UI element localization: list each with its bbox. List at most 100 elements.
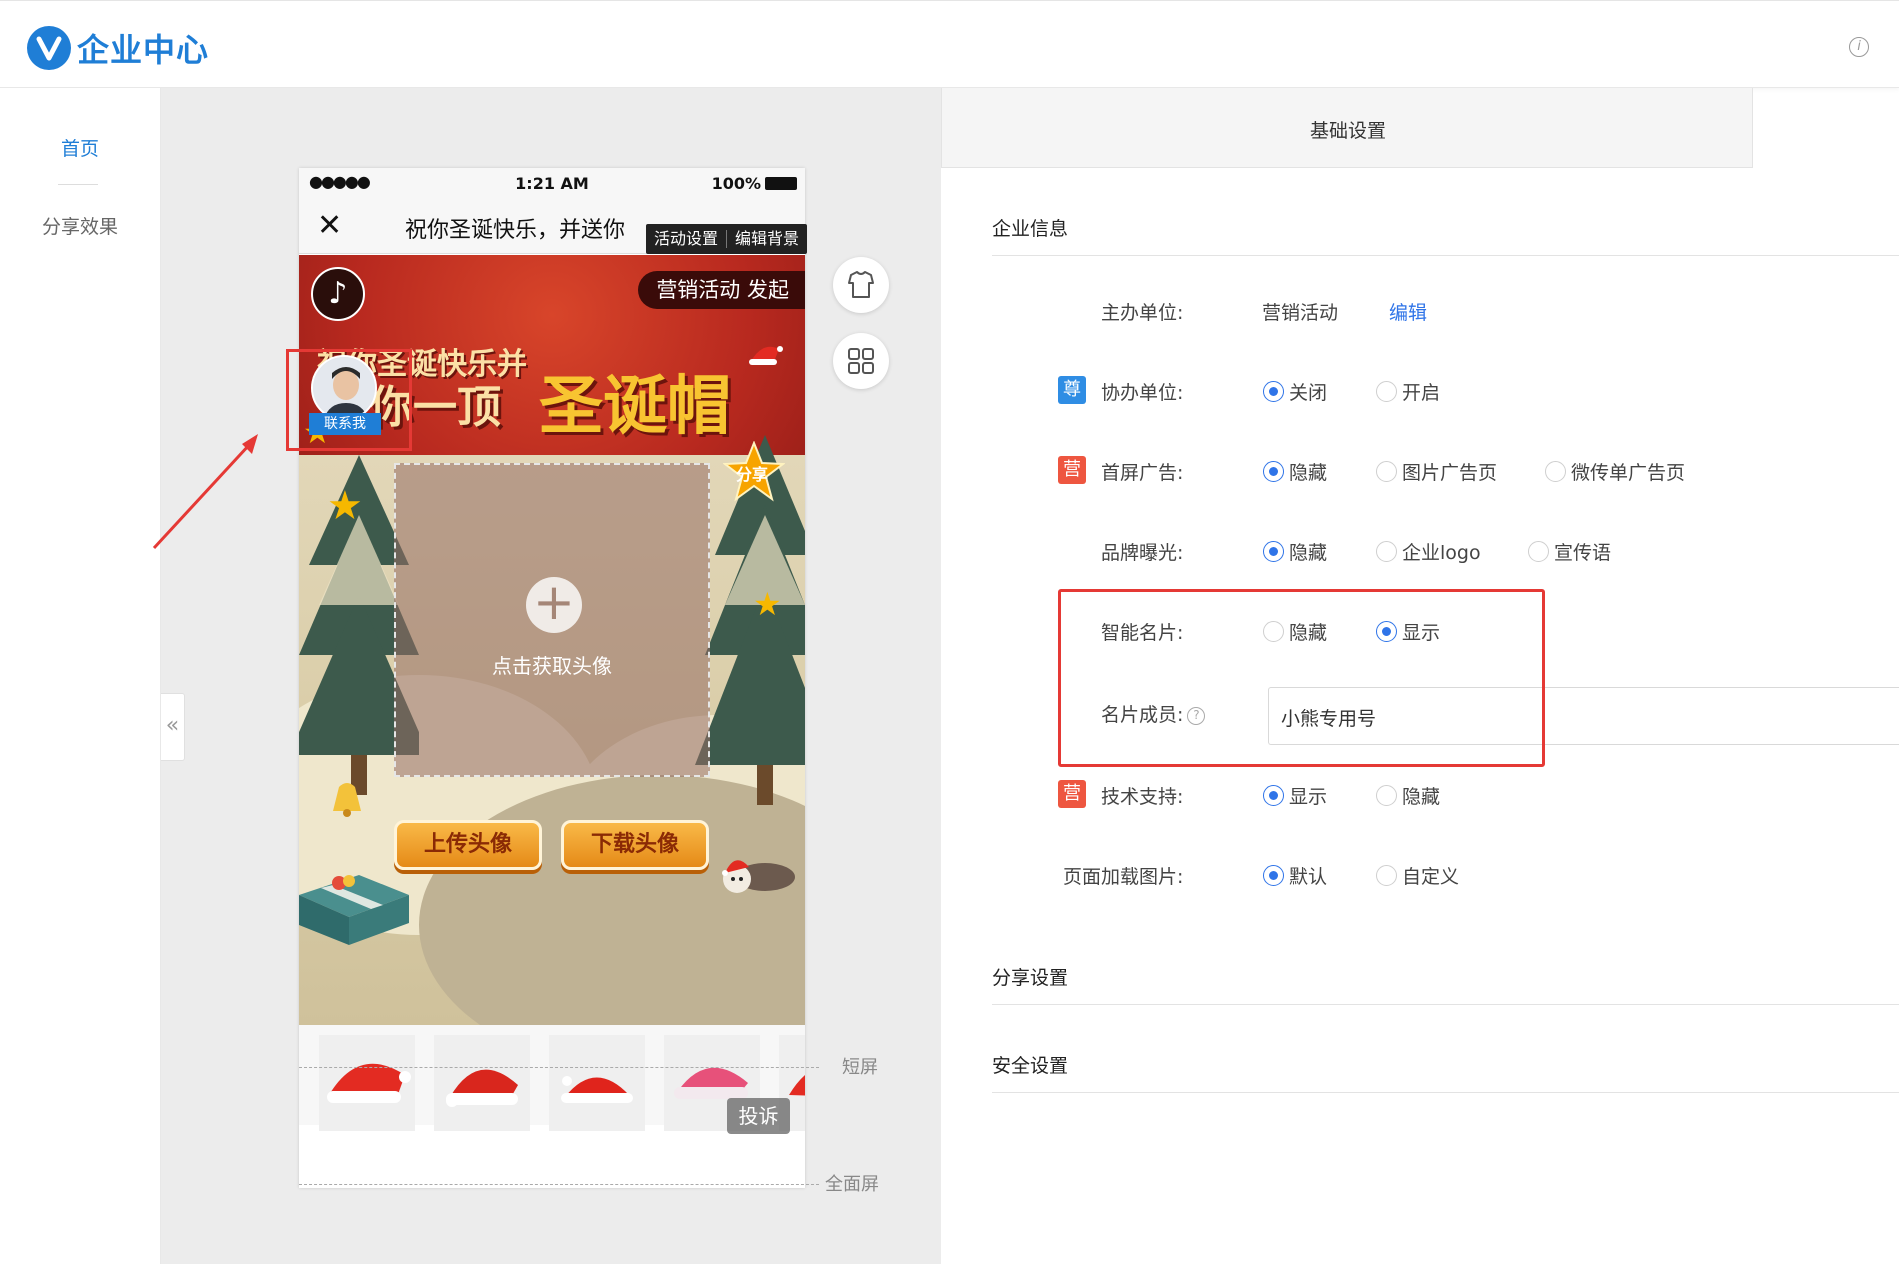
radio-icon (1376, 461, 1397, 482)
layout-button[interactable] (833, 333, 889, 389)
radio-icon (1263, 461, 1284, 482)
complain-button[interactable]: 投诉 (727, 1098, 790, 1134)
radio-label: 图片广告页 (1402, 462, 1498, 484)
annotation-arrow (152, 434, 258, 550)
splash-ad-label: 首屏广告: (1101, 462, 1184, 484)
splash-ad-option-flyer[interactable]: 微传单广告页 (1545, 458, 1685, 485)
edit-host-link[interactable]: 编辑 (1389, 298, 1427, 325)
radio-icon (1376, 785, 1397, 806)
tab-label: 基础设置 (1309, 120, 1386, 142)
app-logo[interactable]: 企业中心 (27, 25, 209, 71)
section-title: 安全设置 (992, 1055, 1069, 1077)
edit-background-button[interactable]: 编辑背景 (727, 224, 807, 254)
music-note-icon[interactable]: ♪ (311, 267, 365, 321)
radio-icon (1263, 541, 1284, 562)
brand-option-slogan[interactable]: 宣传语 (1528, 538, 1611, 565)
sidebar: 首页 分享效果 (0, 88, 161, 1264)
co-host-label: 协办单位: (1101, 382, 1184, 404)
section-title: 企业信息 (992, 218, 1069, 240)
radio-icon (1376, 381, 1397, 402)
star-icon: ★ (327, 483, 363, 529)
splash-ad-option-hide[interactable]: 隐藏 (1263, 458, 1327, 485)
sidebar-divider (58, 184, 98, 185)
poster-headline-big: 圣诞帽 (539, 370, 731, 444)
brand-option-hide[interactable]: 隐藏 (1263, 538, 1327, 565)
radio-label: 自定义 (1402, 866, 1460, 888)
battery-indicator: 100% (712, 174, 797, 193)
radio-label: 微传单广告页 (1571, 462, 1686, 484)
phone-preview: ●●●●● 1:21 AM 100% ✕ 祝你圣诞快乐，并送你 ★ ★ ★ ♪ (299, 168, 805, 1188)
grid-icon (848, 348, 874, 374)
loading-image-option-custom[interactable]: 自定义 (1376, 862, 1459, 889)
sidebar-item-share-effect[interactable]: 分享效果 (0, 212, 160, 239)
section-enterprise-info[interactable]: 企业信息 (992, 214, 1899, 256)
share-label[interactable]: 分享 (736, 461, 768, 485)
plus-icon: + (526, 577, 582, 633)
radio-icon (1263, 865, 1284, 886)
section-share-settings[interactable]: 分享设置 (992, 963, 1899, 1005)
theme-button[interactable] (833, 257, 889, 313)
section-title: 分享设置 (992, 967, 1069, 989)
radio-label: 默认 (1289, 866, 1328, 888)
gift-box-icon (299, 875, 409, 945)
section-security-settings[interactable]: 安全设置 (992, 1051, 1899, 1093)
santa-hat-icon (327, 1063, 411, 1103)
short-screen-label: 短屏 (842, 1057, 878, 1078)
phone-status-bar: ●●●●● 1:21 AM 100% (299, 168, 805, 200)
radio-icon (1545, 461, 1566, 482)
radio-icon (1376, 865, 1397, 886)
annotation-box-smart-card (1058, 589, 1545, 767)
co-host-option-on[interactable]: 开启 (1376, 378, 1440, 405)
radio-label: 隐藏 (1289, 462, 1328, 484)
download-avatar-button[interactable]: 下载头像 (561, 820, 709, 870)
santa-hat-icon (749, 346, 783, 365)
radio-label: 隐藏 (1402, 786, 1441, 808)
short-screen-line (299, 1067, 819, 1068)
star-icon: ★ (753, 585, 782, 623)
brand-option-logo[interactable]: 企业logo (1376, 538, 1481, 565)
premium-tag: 尊 (1058, 376, 1086, 404)
radio-label: 显示 (1289, 786, 1328, 808)
tech-support-label: 技术支持: (1101, 786, 1184, 808)
radio-label: 宣传语 (1554, 542, 1612, 564)
radio-icon (1263, 381, 1284, 402)
host-label: 主办单位: (1101, 302, 1184, 324)
loading-image-label: 页面加载图片: (1063, 866, 1184, 888)
top-header: 企业中心 i (0, 0, 1899, 88)
battery-percent: 100% (711, 174, 761, 193)
radio-label: 企业logo (1402, 542, 1481, 564)
radio-icon (1263, 785, 1284, 806)
sidebar-item-home[interactable]: 首页 (0, 134, 160, 161)
info-icon[interactable]: i (1849, 37, 1869, 57)
co-host-option-off[interactable]: 关闭 (1263, 378, 1327, 405)
v-logo-icon (27, 26, 71, 70)
hat-option[interactable] (319, 1035, 415, 1131)
activity-settings-button[interactable]: 活动设置 (646, 224, 726, 254)
radio-icon (1376, 541, 1397, 562)
host-value: 营销活动 (1262, 302, 1339, 324)
santa-hat-icon (561, 1076, 633, 1103)
tech-support-option-show[interactable]: 显示 (1263, 782, 1327, 809)
splash-ad-option-image[interactable]: 图片广告页 (1376, 458, 1497, 485)
page-title: 祝你圣诞快乐，并送你 (405, 218, 626, 243)
upload-avatar-button[interactable]: 上传头像 (394, 820, 542, 870)
hat-option[interactable] (434, 1035, 530, 1131)
marketing-tag: 营 (1058, 780, 1086, 808)
hat-option[interactable] (549, 1035, 645, 1131)
collapse-panel-button[interactable]: « (161, 693, 185, 761)
brand-exposure-label: 品牌曝光: (1101, 542, 1184, 564)
loading-image-option-default[interactable]: 默认 (1263, 862, 1327, 889)
santa-hat-icon (446, 1069, 518, 1107)
close-icon[interactable]: ✕ (317, 208, 342, 243)
tech-support-option-hide[interactable]: 隐藏 (1376, 782, 1440, 809)
tab-basic-settings[interactable]: 基础设置 (941, 88, 1753, 168)
cat-illustration (722, 860, 795, 893)
radio-label: 关闭 (1289, 382, 1328, 404)
organizer-badge: 营销活动 发起 (638, 271, 805, 309)
avatar-upload-area[interactable]: + 点击获取头像 (394, 463, 710, 777)
upload-hint: 点击获取头像 (492, 654, 612, 678)
bell-icon (333, 783, 361, 817)
phone-edit-toolbar: 活动设置 编辑背景 (646, 224, 808, 254)
battery-icon (765, 177, 797, 190)
radio-label: 开启 (1402, 382, 1441, 404)
